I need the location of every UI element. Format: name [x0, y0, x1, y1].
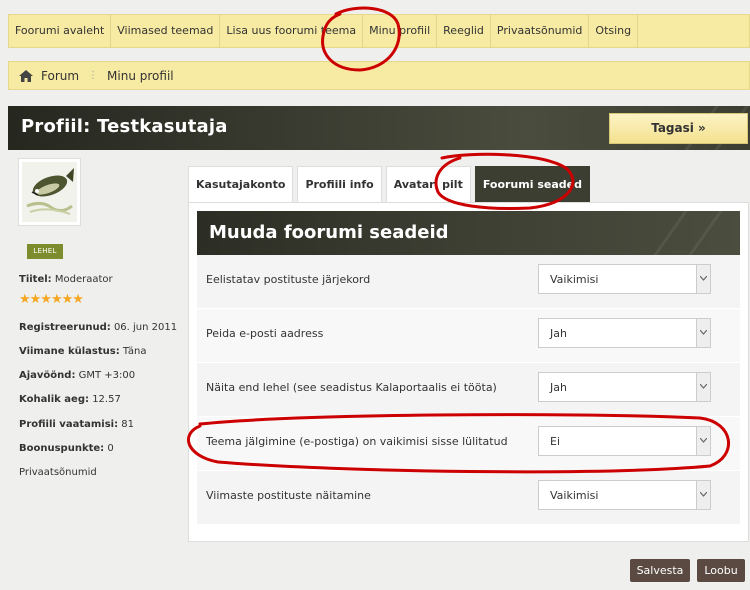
private-messages-link[interactable]: Privaatsõnumid	[19, 467, 97, 478]
page-title: Profiil: Testkasutaja	[21, 116, 228, 137]
tab-avatar[interactable]: Avatari pilt	[385, 166, 471, 202]
nav-item-latest-topics[interactable]: Viimased teemad	[111, 15, 221, 47]
user-registered: Registreerunud: 06. jun 2011	[19, 322, 178, 333]
setting-label: Viimaste postituste näitamine	[206, 489, 371, 502]
panel-title: Muuda foorumi seadeid	[209, 222, 449, 243]
user-bonus-points: Boonuspunkte: 0	[19, 443, 114, 454]
nav-item-forum-home[interactable]: Foorumi avaleht	[9, 15, 112, 47]
setting-label: Eelistatav postituste järjekord	[206, 273, 371, 286]
chevron-down-icon	[696, 427, 710, 455]
user-last-visit: Viimane külastus: Täna	[19, 346, 147, 357]
breadcrumb-current: Minu profiil	[107, 68, 174, 83]
tab-forum-settings[interactable]: Foorumi seaded	[474, 166, 590, 202]
topic-watch-select[interactable]: Ei	[538, 426, 711, 456]
chevron-down-icon	[696, 319, 710, 347]
breadcrumb-separator: ⋮	[88, 70, 99, 81]
avatar	[18, 158, 81, 226]
latest-posts-select[interactable]: Vaikimisi	[538, 480, 711, 510]
setting-row: Viimaste postituste näitamine Vaikimisi	[197, 471, 740, 525]
fish-avatar-icon	[22, 162, 77, 222]
profile-tabs: Kasutajakonto Profiili info Avatari pilt…	[188, 166, 594, 202]
nav-item-rules[interactable]: Reeglid	[437, 15, 491, 47]
setting-row: Näita end lehel (see seadistus Kalaporta…	[197, 363, 740, 417]
setting-row: Teema jälgimine (e-postiga) on vaikimisi…	[197, 417, 740, 471]
chevron-down-icon	[696, 373, 710, 401]
chevron-down-icon	[696, 481, 710, 509]
home-icon	[19, 69, 33, 82]
chevron-down-icon	[696, 265, 710, 293]
nav-item-private-messages[interactable]: Privaatsõnumid	[491, 15, 590, 47]
user-timezone: Ajavöönd: GMT +3:00	[19, 370, 136, 381]
user-profile-views: Profiili vaatamisi: 81	[19, 419, 134, 430]
panel-title-bar: Muuda foorumi seadeid	[197, 211, 740, 255]
breadcrumb: Forum ⋮ Minu profiil	[8, 61, 750, 90]
rank-stars: ★★★★★★	[19, 292, 84, 307]
nav-item-my-profile[interactable]: Minu profiil	[363, 15, 438, 47]
user-title: Tiitel: Moderaator	[19, 274, 113, 285]
post-order-select[interactable]: Vaikimisi	[538, 264, 711, 294]
tab-profile-info[interactable]: Profiili info	[297, 166, 382, 202]
setting-label: Peida e-posti aadress	[206, 327, 324, 340]
role-badge: LEHEL	[27, 244, 63, 259]
nav-item-new-topic[interactable]: Lisa uus foorumi teema	[220, 15, 364, 47]
tab-account[interactable]: Kasutajakonto	[188, 166, 294, 202]
show-online-select[interactable]: Jah	[538, 372, 711, 402]
cancel-button[interactable]: Loobu	[697, 559, 745, 582]
settings-panel: Muuda foorumi seadeid Eelistatav postitu…	[188, 202, 749, 542]
hide-email-select[interactable]: Jah	[538, 318, 711, 348]
save-button[interactable]: Salvesta	[630, 559, 690, 582]
setting-label: Näita end lehel (see seadistus Kalaporta…	[206, 381, 497, 394]
back-button[interactable]: Tagasi »	[609, 113, 748, 144]
breadcrumb-forum-link[interactable]: Forum	[41, 69, 79, 83]
top-navigation: Foorumi avaleht Viimased teemad Lisa uus…	[8, 14, 750, 48]
setting-row: Eelistatav postituste järjekord Vaikimis…	[197, 255, 740, 309]
setting-label: Teema jälgimine (e-postiga) on vaikimisi…	[206, 435, 508, 448]
setting-row: Peida e-posti aadress Jah	[197, 309, 740, 363]
user-local-time: Kohalik aeg: 12.57	[19, 394, 121, 405]
nav-item-search[interactable]: Otsing	[589, 15, 639, 47]
profile-header: Profiil: Testkasutaja Tagasi »	[8, 106, 750, 150]
